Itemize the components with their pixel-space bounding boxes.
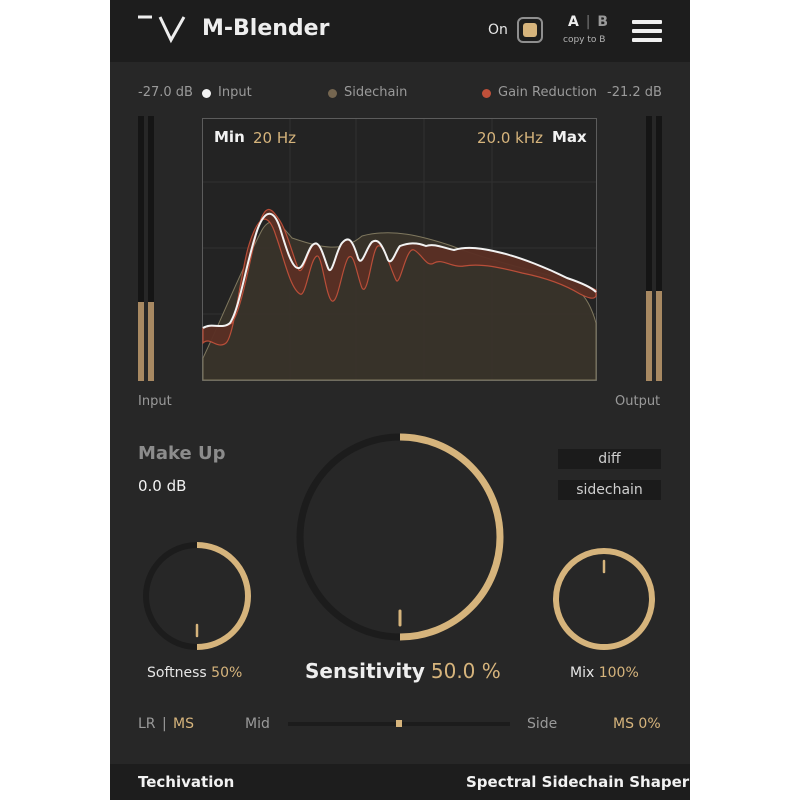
max-frequency-label: Max	[552, 128, 587, 146]
input-meter-left	[138, 116, 144, 381]
product-name: Spectral Sidechain Shaper	[466, 773, 690, 791]
app-title: M-Blender	[202, 16, 330, 41]
ab-switch[interactable]: A | B	[568, 14, 609, 30]
input-legend-dot	[202, 89, 211, 98]
output-meter-right	[656, 116, 662, 381]
output-meter-label: Output	[615, 394, 661, 409]
sensitivity-value: 50.0 %	[430, 659, 501, 683]
header-bar: M-Blender On A | B copy to B	[110, 0, 690, 62]
softness-value: 50%	[211, 665, 243, 681]
sensitivity-knob[interactable]	[295, 432, 505, 642]
mix-knob[interactable]	[550, 545, 658, 653]
input-legend-label: Input	[218, 85, 252, 100]
preset-a-label[interactable]: A	[568, 14, 580, 30]
preset-b-label[interactable]: B	[597, 14, 609, 30]
footer-bar: Techivation Spectral Sidechain Shaper	[110, 764, 690, 800]
spectrum-display[interactable]	[202, 118, 597, 381]
sidechain-listen-button[interactable]: sidechain	[558, 480, 661, 500]
gain-reduction-legend-dot	[482, 89, 491, 98]
mix-label: Mix	[570, 665, 595, 681]
ms-mode-button[interactable]: MS	[173, 716, 194, 732]
sensitivity-label-group: Sensitivity 50.0 %	[305, 659, 501, 683]
output-meter-left	[646, 116, 652, 381]
diff-button[interactable]: diff	[558, 449, 661, 469]
input-meter-right	[148, 116, 154, 381]
input-level-readout: -27.0 dB	[138, 85, 193, 100]
power-toggle[interactable]	[517, 17, 543, 43]
side-label: Side	[527, 716, 558, 732]
softness-label-group: Softness 50%	[147, 665, 242, 681]
softness-label: Softness	[147, 665, 207, 681]
makeup-title: Make Up	[138, 443, 226, 464]
brand-name: Techivation	[138, 773, 235, 791]
mix-value: 100%	[598, 665, 639, 681]
copy-to-b-button[interactable]: copy to B	[563, 35, 605, 45]
ms-balance-value: MS 0%	[613, 716, 661, 732]
min-frequency-label: Min	[214, 128, 245, 146]
lr-mode-button[interactable]: LR	[138, 716, 156, 732]
output-level-readout: -21.2 dB	[607, 85, 662, 100]
sidechain-legend-dot	[328, 89, 337, 98]
gain-reduction-legend-label: Gain Reduction	[498, 85, 598, 100]
makeup-gain-value[interactable]: 0.0 dB	[138, 477, 186, 495]
techivation-logo-icon	[138, 15, 186, 44]
plugin-window: M-Blender On A | B copy to B -27.0 dB In…	[110, 0, 690, 800]
softness-knob[interactable]	[140, 539, 254, 653]
power-label: On	[488, 22, 508, 38]
input-meter-label: Input	[138, 394, 172, 409]
mid-label: Mid	[245, 716, 270, 732]
sidechain-legend-label: Sidechain	[344, 85, 408, 100]
sensitivity-label: Sensitivity	[305, 659, 425, 683]
max-frequency-value[interactable]: 20.0 kHz	[477, 129, 543, 147]
mix-label-group: Mix 100%	[570, 665, 639, 681]
hamburger-menu-icon[interactable]	[632, 20, 662, 42]
mid-side-slider-thumb[interactable]	[396, 720, 402, 727]
min-frequency-value[interactable]: 20 Hz	[253, 129, 296, 147]
